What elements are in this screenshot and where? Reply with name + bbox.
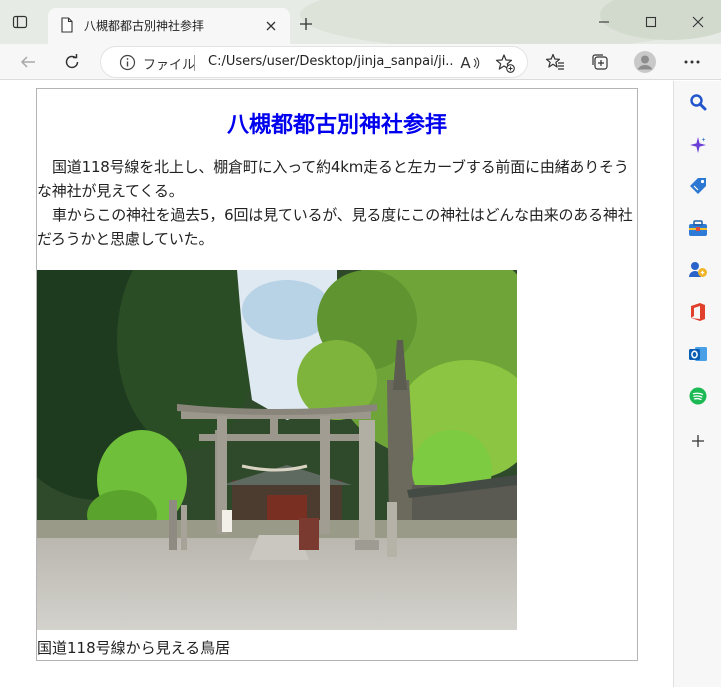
tab-actions-menu-icon[interactable] bbox=[10, 12, 30, 32]
info-icon[interactable] bbox=[119, 54, 136, 75]
add-icon[interactable] bbox=[686, 429, 710, 453]
edge-sidebar bbox=[673, 81, 721, 687]
search-icon[interactable] bbox=[686, 90, 710, 114]
back-arrow-icon[interactable] bbox=[16, 50, 40, 74]
browser-tab[interactable]: 八槻都都古別神社参拝 bbox=[48, 8, 290, 44]
page-heading: 八槻都都古別神社参拝 bbox=[226, 113, 447, 138]
photo-caption: 国道118号線から見える鳥居 bbox=[37, 639, 231, 657]
page-viewport: 八槻都都古別神社参拝 国道118号線を北上し、棚倉町に入って約4km走ると左カー… bbox=[0, 81, 673, 687]
paragraph-thoughts: 車からこの神社を過去5，6回は見ているが、見る度にこの神社はどんな由来のある神社… bbox=[37, 206, 633, 248]
close-window-icon[interactable] bbox=[688, 12, 708, 32]
outlook-icon[interactable] bbox=[686, 342, 710, 366]
shrine-torii-photo bbox=[37, 270, 517, 630]
spotify-icon[interactable] bbox=[686, 384, 710, 408]
shopping-tag-icon[interactable] bbox=[686, 174, 710, 198]
tab-title: 八槻都都古別神社参拝 bbox=[84, 19, 205, 33]
minimize-icon[interactable] bbox=[594, 12, 614, 32]
read-aloud-label: A bbox=[460, 54, 471, 72]
toolbox-icon[interactable] bbox=[686, 216, 710, 240]
address-bar[interactable]: ファイル C:/Users/user/Desktop/jinja_sanpai/… bbox=[100, 46, 528, 78]
office-icon[interactable] bbox=[686, 300, 710, 324]
address-separator bbox=[194, 55, 195, 71]
collections-icon[interactable] bbox=[588, 50, 612, 74]
address-url[interactable]: C:/Users/user/Desktop/jinja_sanpai/ji... bbox=[208, 54, 453, 69]
more-options-icon[interactable] bbox=[680, 50, 704, 74]
document-icon bbox=[60, 17, 74, 37]
copilot-icon[interactable] bbox=[686, 133, 710, 157]
refresh-icon[interactable] bbox=[60, 50, 84, 74]
maximize-icon[interactable] bbox=[641, 12, 661, 32]
games-icon[interactable] bbox=[686, 258, 710, 282]
favorites-icon[interactable] bbox=[543, 50, 567, 74]
add-favorite-icon[interactable] bbox=[494, 52, 516, 74]
title-bar: 八槻都都古別神社参拝 bbox=[0, 0, 721, 44]
address-scheme: ファイル bbox=[143, 58, 196, 73]
profile-avatar-icon[interactable] bbox=[633, 50, 657, 74]
read-aloud-icon[interactable]: A bbox=[459, 52, 481, 74]
toolbar: ファイル C:/Users/user/Desktop/jinja_sanpai/… bbox=[0, 44, 721, 80]
close-tab-icon[interactable] bbox=[262, 17, 280, 35]
article-frame: 八槻都都古別神社参拝 国道118号線を北上し、棚倉町に入って約4km走ると左カー… bbox=[36, 88, 638, 661]
new-tab-icon[interactable] bbox=[296, 14, 316, 34]
paragraph-intro: 国道118号線を北上し、棚倉町に入って約4km走ると左カーブする前面に由緒ありそ… bbox=[37, 158, 629, 200]
